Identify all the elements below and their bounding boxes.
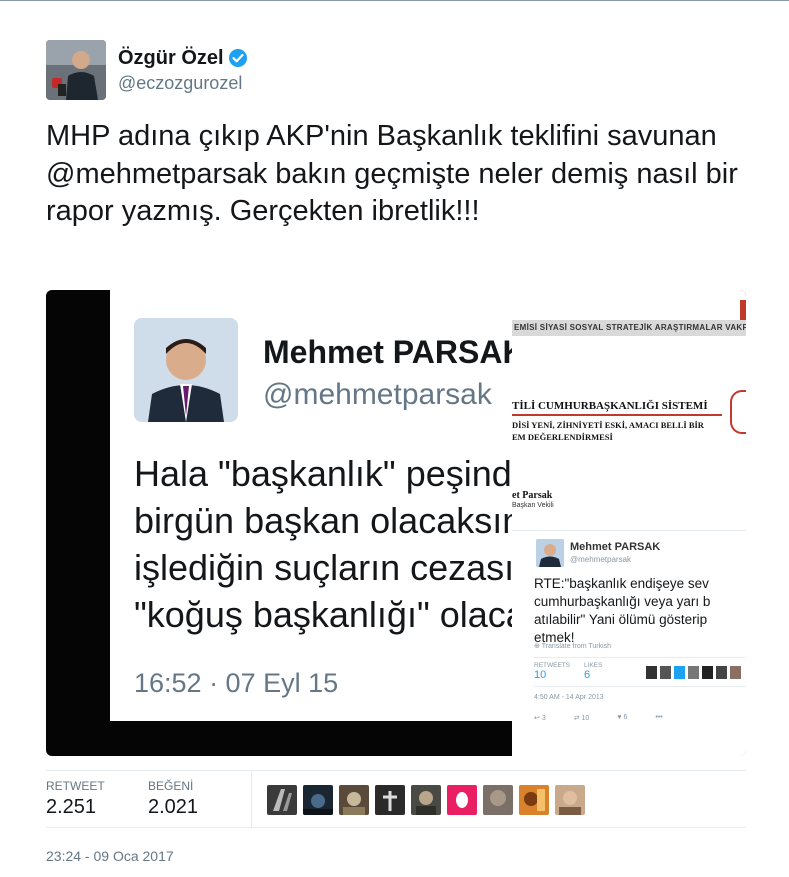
mini-tweet-likes: LIKES 6 [584,662,602,681]
mini-tweet-likes-label: LIKES [584,662,603,669]
mini-tweet-retweets-label: RETWEETS [534,662,571,669]
embedded-handle: @mehmetparsak [263,378,492,411]
tweet-text: MHP adına çıkıp AKP'nin Başkanlık teklif… [46,118,746,231]
mini-reply-icon: ↩ 3 [534,715,546,722]
mini-like-icon: ♥ 6 [617,714,628,721]
mini-liker-avatar [688,666,699,679]
mini-reply-count: 3 [541,715,546,722]
liker-avatar[interactable] [519,785,549,815]
report-subtitle-2: EM DEĞERLENDİRMESİ [512,432,613,442]
like-label: BEĞENİ [148,779,194,793]
retweet-label: RETWEET [46,779,105,793]
mini-tweet-date: 4:50 AM - 14 Apr 2013 [534,694,604,701]
like-stat[interactable]: BEĞENİ 2.021 [148,779,198,819]
report-title-line [512,414,722,416]
report-red-accent [740,300,746,320]
tweet-stats: RETWEET 2.251 BEĞENİ 2.021 [46,770,746,828]
screenshot-right: EMİSİ SİYASİ SOSYAL STRATEJİK ARAŞTIRMAL… [512,290,746,756]
retweet-count: 2.251 [46,796,97,818]
mention-link[interactable]: @mehmetparsak [46,158,267,190]
tweet-media[interactable]: Mehmet PARSAK @mehmetparsak Hala "başkan… [46,290,746,756]
mini-tweet-retweets-value: 10 [534,669,547,681]
mini-liker-avatar [674,666,685,679]
retweet-stat[interactable]: RETWEET 2.251 [46,779,105,819]
mini-more-icon: ••• [655,714,663,721]
report-header-bar: EMİSİ SİYASİ SOSYAL STRATEJİK ARAŞTIRMAL… [512,320,746,336]
mini-tweet-name: Mehmet PARSAK [570,541,661,553]
mini-liker-avatar [702,666,713,679]
report-title: TİLİ CUMHURBAŞKANLIĞI SİSTEMİ [512,400,708,412]
embedded-time: 16:52 · 07 Eyl 15 [134,668,339,698]
embedded-mini-tweet: Mehmet PARSAK @mehmetparsak RTE:"başkanl… [512,530,746,756]
liker-avatar[interactable] [411,785,441,815]
liker-avatar[interactable] [375,785,405,815]
embedded-name: Mehmet PARSAK [263,334,513,370]
verified-badge-icon [228,48,248,68]
report-red-shape [730,390,746,434]
embedded-text: Hala "başkanlık" peşinde birgün başkan o… [134,453,513,635]
liker-avatar[interactable] [303,785,333,815]
top-border [0,0,789,1]
mini-tweet-text: RTE:"başkanlık endişeye sev cumhurbaşkan… [534,576,711,645]
author-handle[interactable]: @eczozgurozel [118,73,248,94]
screenshot-left: Mehmet PARSAK @mehmetparsak Hala "başkan… [110,290,576,721]
tweet-text-part1: MHP adına çıkıp AKP'nin Başkanlık teklif… [46,120,717,152]
mini-liker-avatar [730,666,741,679]
tweet-header: Özgür Özel @eczozgurozel [46,40,248,100]
mini-liker-avatar [660,666,671,679]
mini-tweet-translate: ⊕ Translate from Turkish [534,643,612,650]
liker-avatar[interactable] [447,785,477,815]
liker-avatar[interactable] [267,785,297,815]
author-avatar[interactable] [46,40,106,100]
mini-like-count: 6 [623,714,628,721]
report-header-text: EMİSİ SİYASİ SOSYAL STRATEJİK ARAŞTIRMAL… [514,323,746,332]
mini-tweet-stats: RETWEETS 10 LIKES 6 [534,657,746,687]
author-display-name[interactable]: Özgür Özel [118,47,224,70]
liker-avatar[interactable] [483,785,513,815]
embedded-avatar [134,318,238,422]
mini-retweet-icon: ⇄ 10 [573,715,590,722]
liker-avatar[interactable] [339,785,369,815]
mini-tweet-actions: ↩ 3 ⇄ 10 ♥ 6 ••• [534,714,734,722]
liker-avatars [267,785,591,815]
report-subtitle-1: DİSİ YENİ, ZİHNİYETİ ESKİ, AMACI BELLİ B… [512,420,704,430]
tweet-timestamp[interactable]: 23:24 - 09 Oca 2017 [46,848,174,864]
report-author-role: Başkan Vekili [512,502,554,509]
mini-tweet-liker-avatars [646,666,744,679]
report-author: et Parsak [512,490,553,501]
mini-liker-avatar [646,666,657,679]
stats-divider [251,771,252,828]
mini-tweet-likes-value: 6 [584,669,591,681]
mini-tweet-handle: @mehmetparsak [570,555,632,564]
mini-retweet-count: 10 [581,715,590,722]
screenshot-left-clip: Mehmet PARSAK @mehmetparsak Hala "başkan… [110,290,513,721]
liker-avatar[interactable] [555,785,585,815]
mini-liker-avatar [716,666,727,679]
mini-tweet-translate-label: Translate from Turkish [541,643,612,650]
like-count: 2.021 [148,796,199,818]
mini-tweet-retweets: RETWEETS 10 [534,662,570,681]
mini-tweet-avatar [536,539,564,567]
